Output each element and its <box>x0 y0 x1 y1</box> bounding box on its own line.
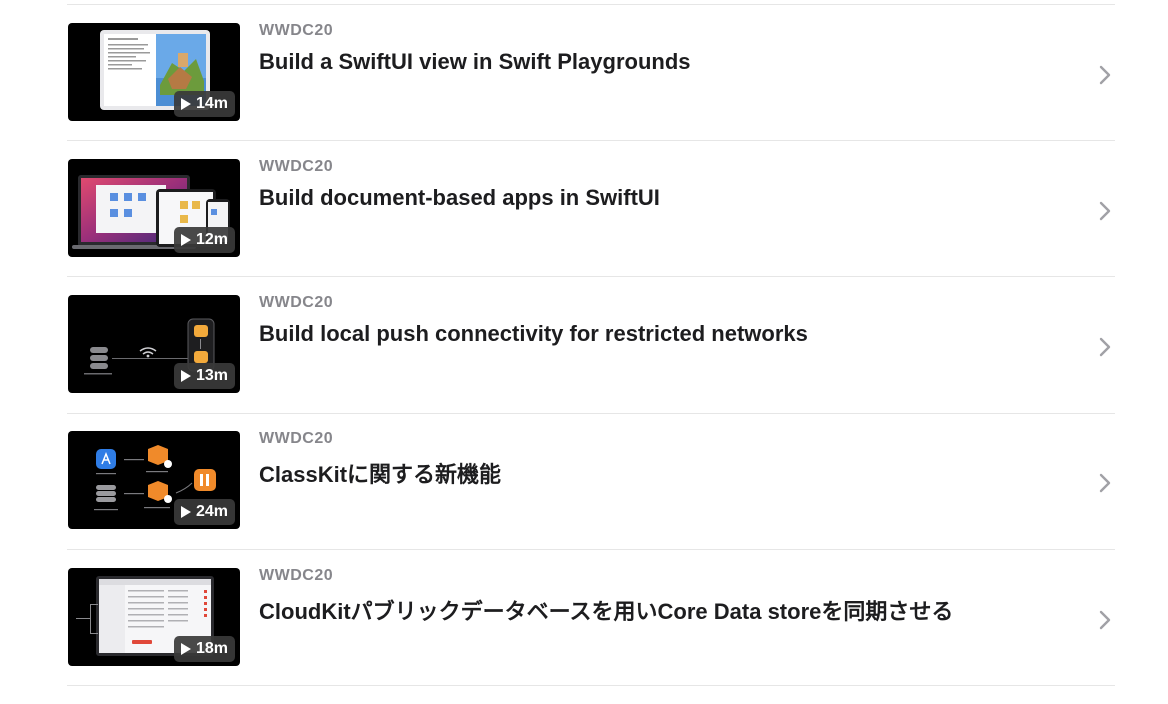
duration-badge: 18m <box>173 636 235 662</box>
session-row[interactable]: 24m WWDC20 ClassKitに関する新機能 <box>0 430 1168 567</box>
session-row[interactable]: 12m WWDC20 Build document-based apps in … <box>0 158 1168 295</box>
duration-badge: 12m <box>173 227 235 253</box>
play-icon <box>180 506 191 518</box>
divider <box>67 140 1115 141</box>
divider <box>67 276 1115 277</box>
chevron-right-icon <box>1099 201 1111 221</box>
play-icon <box>180 643 191 655</box>
ipad-playgrounds-thumbnail: 14m <box>68 23 240 121</box>
duration-label: 13m <box>195 367 228 384</box>
session-list: 14m WWDC20 Build a SwiftUI view in Swift… <box>0 0 1168 686</box>
chevron-right-icon <box>1099 65 1111 85</box>
duration-badge: 14m <box>173 91 235 117</box>
chevron-right-icon <box>1099 337 1111 357</box>
session-title[interactable]: Build document-based apps in SwiftUI <box>259 185 660 211</box>
chevron-right-icon <box>1099 610 1111 630</box>
play-icon <box>180 234 191 246</box>
devices-document-apps-thumbnail: 12m <box>68 159 240 257</box>
session-title[interactable]: ClassKitに関する新機能 <box>259 457 501 489</box>
event-label: WWDC20 <box>259 294 334 311</box>
duration-badge: 24m <box>173 499 235 525</box>
event-label: WWDC20 <box>259 567 334 584</box>
session-row[interactable]: 13m WWDC20 Build local push connectivity… <box>0 294 1168 431</box>
duration-label: 18m <box>195 640 228 657</box>
cloudkit-screen-thumbnail: 18m <box>68 568 240 666</box>
duration-badge: 13m <box>173 363 235 389</box>
play-icon <box>180 98 191 110</box>
divider <box>67 413 1115 414</box>
chevron-right-icon <box>1099 473 1111 493</box>
session-row[interactable]: 14m WWDC20 Build a SwiftUI view in Swift… <box>0 22 1168 159</box>
duration-label: 12m <box>195 231 228 248</box>
divider <box>67 549 1115 550</box>
network-diagram-thumbnail: 13m <box>68 295 240 393</box>
duration-label: 14m <box>195 95 228 112</box>
session-title[interactable]: Build local push connectivity for restri… <box>259 321 808 347</box>
event-label: WWDC20 <box>259 430 334 447</box>
duration-label: 24m <box>195 503 228 520</box>
event-label: WWDC20 <box>259 158 334 175</box>
divider <box>67 4 1115 5</box>
session-row[interactable]: 18m WWDC20 CloudKitパブリックデータベースを用いCore Da… <box>0 567 1168 704</box>
play-icon <box>180 370 191 382</box>
classkit-diagram-thumbnail: 24m <box>68 431 240 529</box>
event-label: WWDC20 <box>259 22 334 39</box>
session-title[interactable]: Build a SwiftUI view in Swift Playground… <box>259 49 691 75</box>
session-title[interactable]: CloudKitパブリックデータベースを用いCore Data storeを同期… <box>259 594 953 626</box>
